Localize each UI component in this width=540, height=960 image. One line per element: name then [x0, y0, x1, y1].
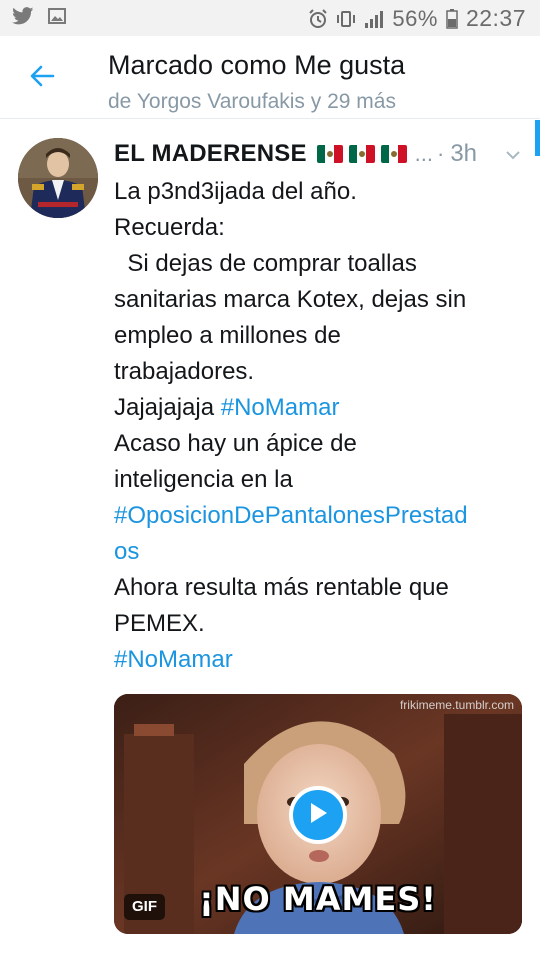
gif-caption: ¡NO MAMES!: [199, 880, 437, 918]
status-time: 22:37: [465, 5, 526, 31]
hashtag-link[interactable]: #OposicionDePantalonesPrestad: [114, 502, 468, 529]
play-icon: [307, 801, 329, 830]
status-bar: 56% 22:37: [0, 0, 540, 36]
tweet-header: EL MADERENSE ... · 3h: [114, 138, 524, 170]
tweet-line: Recuerda:: [114, 214, 225, 241]
tweet-line: sanitarias marca Kotex, dejas sin: [114, 286, 467, 313]
tweet-line: Ahora resulta más rentable que: [114, 574, 449, 601]
mexico-flag-icon: [380, 145, 407, 163]
battery-icon: [446, 8, 458, 29]
back-button[interactable]: [22, 58, 62, 98]
battery-percent: 56%: [392, 5, 438, 31]
avatar[interactable]: [18, 138, 98, 218]
signal-icon: [364, 9, 384, 29]
tweet-text: La p3nd3ijada del año. Recuerda: Si deja…: [114, 174, 530, 678]
play-button[interactable]: [289, 786, 347, 844]
header: Marcado como Me gusta de Yorgos Varoufak…: [0, 36, 540, 119]
flag-group: [316, 145, 407, 163]
tweet-line: Jajajajaja #NoMamar: [114, 394, 340, 421]
mexico-flag-icon: [348, 145, 375, 163]
tweet-line: Acaso hay un ápice de: [114, 430, 357, 457]
tweet-time[interactable]: 3h: [450, 140, 477, 168]
alarm-icon: [308, 8, 328, 29]
hashtag-link[interactable]: #NoMamar: [114, 646, 233, 673]
page-subtitle[interactable]: de Yorgos Varoufakis y 29 más: [108, 90, 396, 114]
image-icon: [48, 8, 66, 24]
hashtag-link[interactable]: os: [114, 538, 139, 565]
gif-media[interactable]: frikimeme.tumblr.com ¡NO MAMES! GIF: [114, 694, 522, 934]
gif-badge: GIF: [124, 894, 165, 920]
tweet-line: Si dejas de comprar toallas: [114, 250, 417, 277]
author-name[interactable]: EL MADERENSE: [114, 140, 307, 168]
tweet-line: inteligencia en la: [114, 466, 293, 493]
tweet-line: La p3nd3ijada del año.: [114, 178, 357, 205]
mexico-flag-icon: [316, 145, 343, 163]
chevron-down-icon[interactable]: [502, 144, 524, 166]
vibrate-icon: [336, 9, 356, 29]
tweet-line: PEMEX.: [114, 610, 205, 637]
tweet[interactable]: EL MADERENSE ... · 3h La p3nd3ijada del …: [0, 120, 540, 960]
separator-dot: ·: [437, 141, 445, 166]
truncation-ellipsis: ...: [414, 141, 433, 166]
arrow-left-icon: [29, 63, 55, 94]
twitter-icon: [12, 7, 34, 25]
tweet-line: os: [114, 534, 530, 570]
tweet-line: #NoMamar: [114, 642, 530, 678]
tweet-line: #OposicionDePantalonesPrestad: [114, 498, 530, 534]
hashtag-link[interactable]: #NoMamar: [221, 394, 340, 421]
tweet-line: empleo a millones de: [114, 322, 341, 349]
tweet-line: trabajadores.: [114, 358, 255, 385]
watermark: frikimeme.tumblr.com: [399, 698, 514, 712]
page-title: Marcado como Me gusta: [108, 50, 406, 80]
